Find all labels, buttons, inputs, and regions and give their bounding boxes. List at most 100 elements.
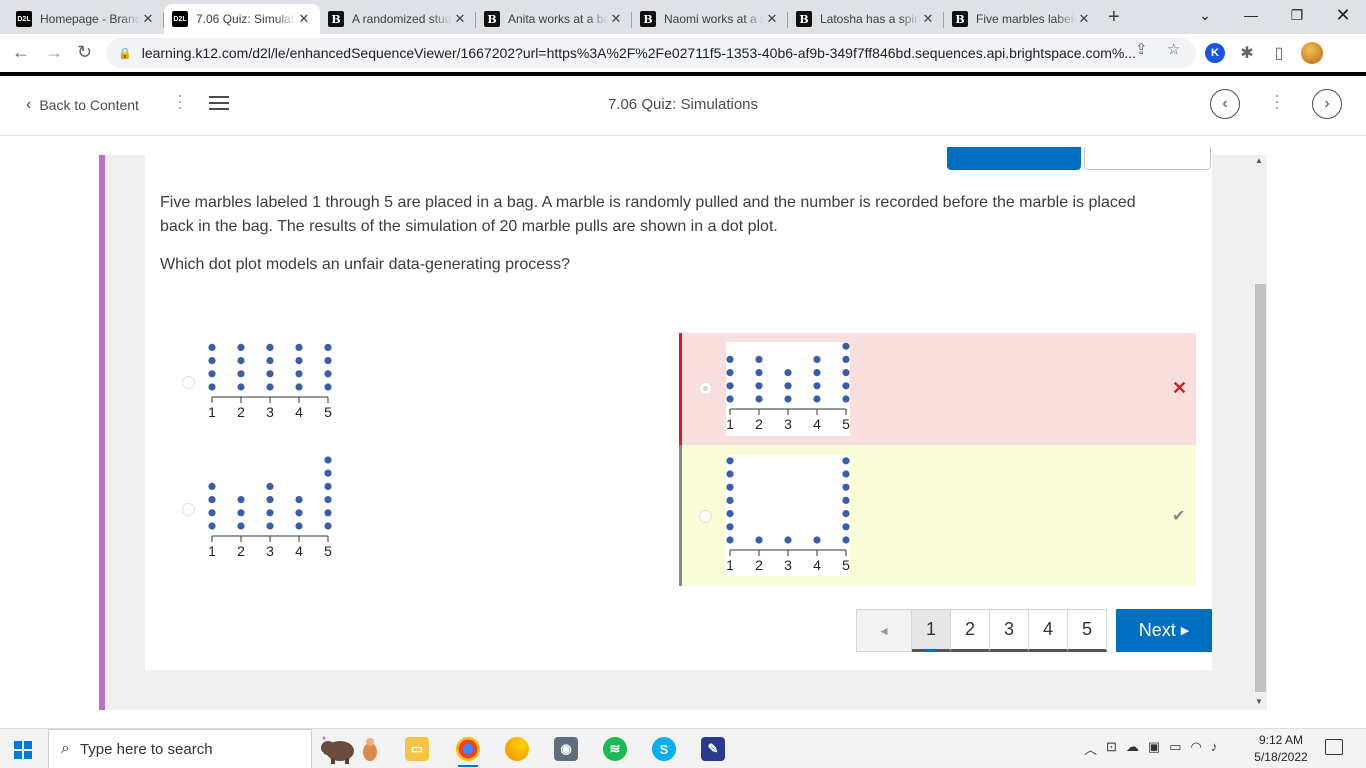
weather-icon[interactable] bbox=[505, 737, 529, 761]
dot-plot-tick-label: 2 bbox=[237, 543, 245, 559]
next-button-label: Next bbox=[1138, 620, 1176, 640]
dot-plot-tick-label: 4 bbox=[295, 404, 303, 420]
choice-c-radio[interactable] bbox=[699, 382, 712, 395]
meet-now-icon[interactable]: ⊡ bbox=[1106, 739, 1117, 758]
notes-app-icon[interactable]: ✎ bbox=[701, 737, 725, 761]
dot-plot-dot bbox=[266, 522, 274, 530]
spotify-icon[interactable]: ≋ bbox=[603, 737, 627, 761]
side-panel-icon[interactable]: ▯ bbox=[1269, 43, 1289, 63]
chevron-up-icon[interactable]: ︿ bbox=[1084, 739, 1097, 758]
choice-b-radio[interactable] bbox=[182, 503, 195, 516]
close-tab-icon[interactable]: ✕ bbox=[452, 11, 468, 27]
system-tray: ︿ ⊡ ☁ ▣ ▭ ◠ ♪ bbox=[1084, 739, 1217, 758]
browser-tab-homepage[interactable]: D2L Homepage - Brandon ✕ bbox=[8, 4, 164, 34]
dot-plot-dot bbox=[208, 522, 216, 530]
check-answer-button[interactable] bbox=[947, 147, 1081, 170]
vertical-divider-dots: · · · bbox=[1274, 85, 1280, 117]
new-tab-icon[interactable]: + bbox=[1108, 6, 1120, 29]
final-answer-button[interactable] bbox=[1084, 147, 1211, 170]
brightspace-favicon-icon: B bbox=[328, 11, 344, 27]
dot-plot-dot bbox=[726, 496, 734, 504]
taskbar-clock[interactable]: 9:12 AM 5/18/2022 bbox=[1250, 732, 1312, 766]
chrome-icon[interactable] bbox=[456, 737, 480, 767]
previous-page-button[interactable]: ◄ bbox=[856, 609, 912, 652]
restore-icon[interactable]: ❐ bbox=[1274, 0, 1320, 30]
dot-plot-dot bbox=[295, 509, 303, 517]
wifi-icon[interactable]: ◠ bbox=[1191, 739, 1202, 758]
scrollbar-thumb[interactable] bbox=[1255, 284, 1266, 692]
dot-plot-dot bbox=[208, 343, 216, 351]
back-arrow-icon[interactable]: ← bbox=[12, 42, 30, 63]
browser-tab-randomized-study[interactable]: B A randomized study ✕ bbox=[320, 4, 476, 34]
profile-avatar[interactable] bbox=[1301, 42, 1323, 64]
dot-plot-dot bbox=[784, 536, 792, 544]
dot-plot-dot bbox=[266, 343, 274, 351]
dot-plot-dot bbox=[842, 510, 850, 518]
tab-search-chevron-icon[interactable]: ⌄ bbox=[1182, 0, 1228, 30]
notification-center-icon[interactable] bbox=[1325, 739, 1343, 755]
page-2-button[interactable]: 2 bbox=[951, 609, 990, 652]
dot-plot-dot bbox=[208, 357, 216, 365]
dot-plot-tick-label: 1 bbox=[726, 416, 734, 432]
dot-plot-dot bbox=[237, 383, 245, 391]
share-icon[interactable]: ⇪ bbox=[1135, 40, 1148, 58]
dot-plot-dot bbox=[813, 382, 821, 390]
scroll-up-arrow-icon[interactable]: ▲ bbox=[1255, 156, 1263, 165]
window-close-icon[interactable]: ✕ bbox=[1320, 0, 1366, 30]
camera-icon[interactable]: ◉ bbox=[554, 737, 578, 761]
choice-d-radio[interactable] bbox=[699, 510, 712, 523]
battery-icon[interactable]: ▭ bbox=[1169, 739, 1181, 758]
browser-tab-latosha[interactable]: B Latosha has a spinner ✕ bbox=[788, 4, 944, 34]
display-icon[interactable]: ▣ bbox=[1148, 739, 1160, 758]
page-5-button[interactable]: 5 bbox=[1068, 609, 1107, 652]
dot-plot-dot bbox=[208, 509, 216, 517]
next-button[interactable]: Next ▶ bbox=[1116, 609, 1212, 652]
close-tab-icon[interactable]: ✕ bbox=[296, 11, 312, 27]
dot-plot-dot bbox=[295, 343, 303, 351]
taskbar-search-box[interactable]: ⌕ Type here to search bbox=[48, 729, 312, 768]
browser-toolbar: ← → ↻ 🔒 learning.k12.com/d2l/le/enhanced… bbox=[0, 34, 1366, 72]
minimize-icon[interactable]: — bbox=[1228, 0, 1274, 30]
dot-plot-dot bbox=[726, 510, 734, 518]
close-tab-icon[interactable]: ✕ bbox=[764, 11, 780, 27]
dot-plot-dot bbox=[237, 357, 245, 365]
browser-tab-quiz[interactable]: D2L 7.06 Quiz: Simulations ✕ bbox=[164, 4, 320, 34]
onedrive-cloud-icon[interactable]: ☁ bbox=[1126, 739, 1139, 758]
url-text[interactable]: learning.k12.com/d2l/le/enhancedSequence… bbox=[142, 45, 1142, 61]
page-1-button[interactable]: 1 bbox=[912, 609, 951, 652]
lock-icon[interactable]: 🔒 bbox=[118, 47, 132, 60]
dot-plot-dot bbox=[266, 482, 274, 490]
page-3-button[interactable]: 3 bbox=[990, 609, 1029, 652]
file-explorer-icon[interactable]: ▭ bbox=[405, 737, 429, 761]
volume-icon[interactable]: ♪ bbox=[1211, 739, 1218, 758]
address-bar[interactable]: 🔒 learning.k12.com/d2l/le/enhancedSequen… bbox=[106, 38, 1196, 68]
search-highlight-mammoth-icon[interactable] bbox=[318, 734, 386, 764]
windows-start-icon[interactable] bbox=[14, 741, 32, 759]
dot-plot-dot bbox=[324, 496, 332, 504]
forward-arrow-icon[interactable]: → bbox=[45, 42, 63, 63]
dot-plot-dot bbox=[208, 383, 216, 391]
page-4-button[interactable]: 4 bbox=[1029, 609, 1068, 652]
previous-topic-button[interactable]: ‹ bbox=[1210, 89, 1240, 119]
skype-icon[interactable]: S bbox=[652, 737, 676, 761]
reload-icon[interactable]: ↻ bbox=[77, 42, 92, 63]
dot-plot-dot bbox=[295, 357, 303, 365]
dot-plot-dot bbox=[813, 355, 821, 363]
dot-plot-dot bbox=[324, 522, 332, 530]
dot-plot-tick-label: 2 bbox=[755, 557, 763, 573]
browser-tab-anita[interactable]: B Anita works at a bakery ✕ bbox=[476, 4, 632, 34]
close-tab-icon[interactable]: ✕ bbox=[1076, 11, 1092, 27]
scroll-down-arrow-icon[interactable]: ▼ bbox=[1255, 697, 1263, 706]
close-tab-icon[interactable]: ✕ bbox=[608, 11, 624, 27]
close-tab-icon[interactable]: ✕ bbox=[140, 11, 156, 27]
dot-plot-dot bbox=[842, 483, 850, 491]
close-tab-icon[interactable]: ✕ bbox=[920, 11, 936, 27]
browser-tab-five-marbles[interactable]: B Five marbles labeled ✕ bbox=[944, 4, 1100, 34]
next-topic-button[interactable]: › bbox=[1312, 89, 1342, 119]
dot-plot-dot bbox=[842, 536, 850, 544]
choice-a-radio[interactable] bbox=[182, 376, 195, 389]
k-extension-icon[interactable]: K bbox=[1205, 43, 1225, 63]
bookmark-star-icon[interactable]: ☆ bbox=[1167, 40, 1180, 58]
extensions-puzzle-icon[interactable]: ✱ bbox=[1237, 43, 1257, 63]
browser-tab-naomi[interactable]: B Naomi works at a store ✕ bbox=[632, 4, 788, 34]
